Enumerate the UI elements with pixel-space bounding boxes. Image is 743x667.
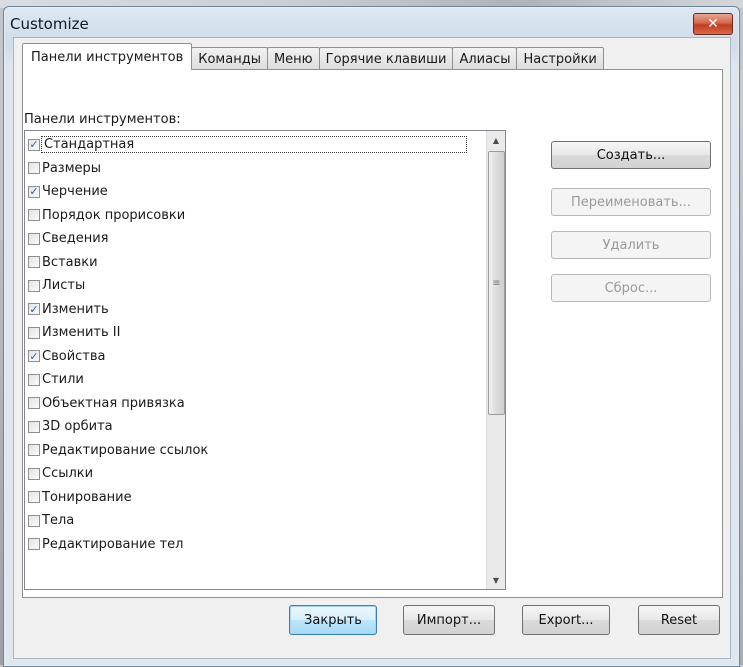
list-item[interactable]: 3D орбита: [25, 415, 485, 439]
checkbox[interactable]: [28, 420, 40, 433]
list-item-label: Изменить: [42, 301, 109, 317]
rename-button[interactable]: Переименовать...: [551, 188, 711, 216]
reset-button[interactable]: Reset: [638, 605, 720, 635]
close-icon: ✕: [707, 16, 719, 32]
list-item-label: Вставки: [42, 254, 98, 270]
checkbox[interactable]: [28, 491, 40, 504]
list-item[interactable]: Изменить II: [25, 321, 485, 345]
list-item-label: Изменить II: [42, 325, 121, 341]
checkbox[interactable]: ✓: [28, 303, 40, 316]
checkbox[interactable]: [28, 279, 40, 292]
toolbars-listbox[interactable]: ✓ Стандартная Размеры ✓ Черчение Порядок прор…: [24, 130, 506, 590]
list-item[interactable]: Тонирование: [25, 486, 485, 510]
customize-dialog: Customize ✕ Панели инструментов Команды …: [3, 6, 740, 667]
list-item[interactable]: Сведения: [25, 227, 485, 251]
list-item[interactable]: Размеры: [25, 157, 485, 181]
checkbox[interactable]: [28, 514, 40, 527]
list-item[interactable]: Ссылки: [25, 462, 485, 486]
list-item[interactable]: ✓ Стандартная: [25, 133, 485, 157]
list-item-label: 3D орбита: [42, 419, 113, 435]
list-item-label: Стили: [42, 372, 84, 388]
checkbox[interactable]: [28, 162, 40, 175]
list-item-label: Размеры: [42, 160, 102, 176]
list-item-label: Порядок прорисовки: [42, 207, 186, 223]
checkbox[interactable]: [28, 373, 40, 386]
tab-toolbars[interactable]: Панели инструментов: [22, 43, 193, 70]
list-scrollbar[interactable]: ▲ ≡ ▼: [486, 131, 505, 589]
list-item-label: Тонирование: [42, 489, 132, 505]
delete-button[interactable]: Удалить: [551, 231, 711, 259]
list-item-label: Сведения: [42, 231, 109, 247]
list-item-label: Стандартная: [41, 136, 467, 154]
dialog-client-area: Панели инструментов Команды Меню Горячие…: [13, 37, 731, 659]
scroll-up-arrow-icon[interactable]: ▲: [487, 131, 505, 149]
checkbox[interactable]: [28, 209, 40, 222]
list-item[interactable]: Редактирование тел: [25, 533, 485, 557]
checkbox[interactable]: [28, 397, 40, 410]
checkbox[interactable]: [28, 256, 40, 269]
list-item-label: Тела: [42, 513, 75, 529]
list-item-label: Свойства: [42, 348, 106, 364]
list-item[interactable]: Объектная привязка: [25, 392, 485, 416]
create-button[interactable]: Создать...: [551, 141, 711, 169]
list-item[interactable]: ✓ Изменить: [25, 298, 485, 322]
list-item-label: Объектная привязка: [42, 395, 185, 411]
list-item[interactable]: ✓ Свойства: [25, 345, 485, 369]
list-item-label: Редактирование ссылок: [42, 442, 209, 458]
close-button[interactable]: Закрыть: [289, 605, 377, 635]
checkbox[interactable]: [28, 232, 40, 245]
list-item[interactable]: ✓ Черчение: [25, 180, 485, 204]
checkbox[interactable]: ✓: [28, 138, 40, 151]
export-button[interactable]: Export...: [522, 605, 610, 635]
reset-toolbar-button[interactable]: Сброс...: [551, 274, 711, 302]
checkbox[interactable]: [28, 467, 40, 480]
list-item[interactable]: Редактирование ссылок: [25, 439, 485, 463]
scroll-thumb[interactable]: ≡: [488, 151, 505, 415]
checkbox[interactable]: [28, 538, 40, 551]
checkbox[interactable]: ✓: [28, 185, 40, 198]
list-item-label: Листы: [42, 278, 86, 294]
tab-commands[interactable]: Команды: [191, 47, 268, 70]
list-item-label: Ссылки: [42, 466, 94, 482]
list-item[interactable]: Листы: [25, 274, 485, 298]
tab-menu[interactable]: Меню: [266, 47, 320, 70]
list-item-label: Редактирование тел: [42, 536, 184, 552]
window-title: Customize: [10, 15, 89, 33]
tab-aliases[interactable]: Алиасы: [452, 47, 518, 70]
checkbox[interactable]: ✓: [28, 350, 40, 363]
checkbox[interactable]: [28, 444, 40, 457]
toolbars-list-label: Панели инструментов:: [24, 112, 181, 127]
toolbars-list-items: ✓ Стандартная Размеры ✓ Черчение Порядок прор…: [25, 133, 485, 556]
list-item[interactable]: Тела: [25, 509, 485, 533]
tab-settings[interactable]: Настройки: [516, 47, 604, 70]
import-button[interactable]: Импорт...: [403, 605, 495, 635]
list-item[interactable]: Вставки: [25, 251, 485, 275]
scroll-down-arrow-icon[interactable]: ▼: [487, 571, 505, 589]
tab-hotkeys[interactable]: Горячие клавиши: [318, 47, 454, 70]
checkbox[interactable]: [28, 326, 40, 339]
close-window-button[interactable]: ✕: [693, 13, 733, 35]
list-item[interactable]: Порядок прорисовки: [25, 204, 485, 228]
list-item-label: Черчение: [42, 184, 108, 200]
tab-strip: Панели инструментов Команды Меню Горячие…: [22, 43, 604, 70]
list-item[interactable]: Стили: [25, 368, 485, 392]
title-bar[interactable]: Customize ✕: [4, 7, 739, 41]
